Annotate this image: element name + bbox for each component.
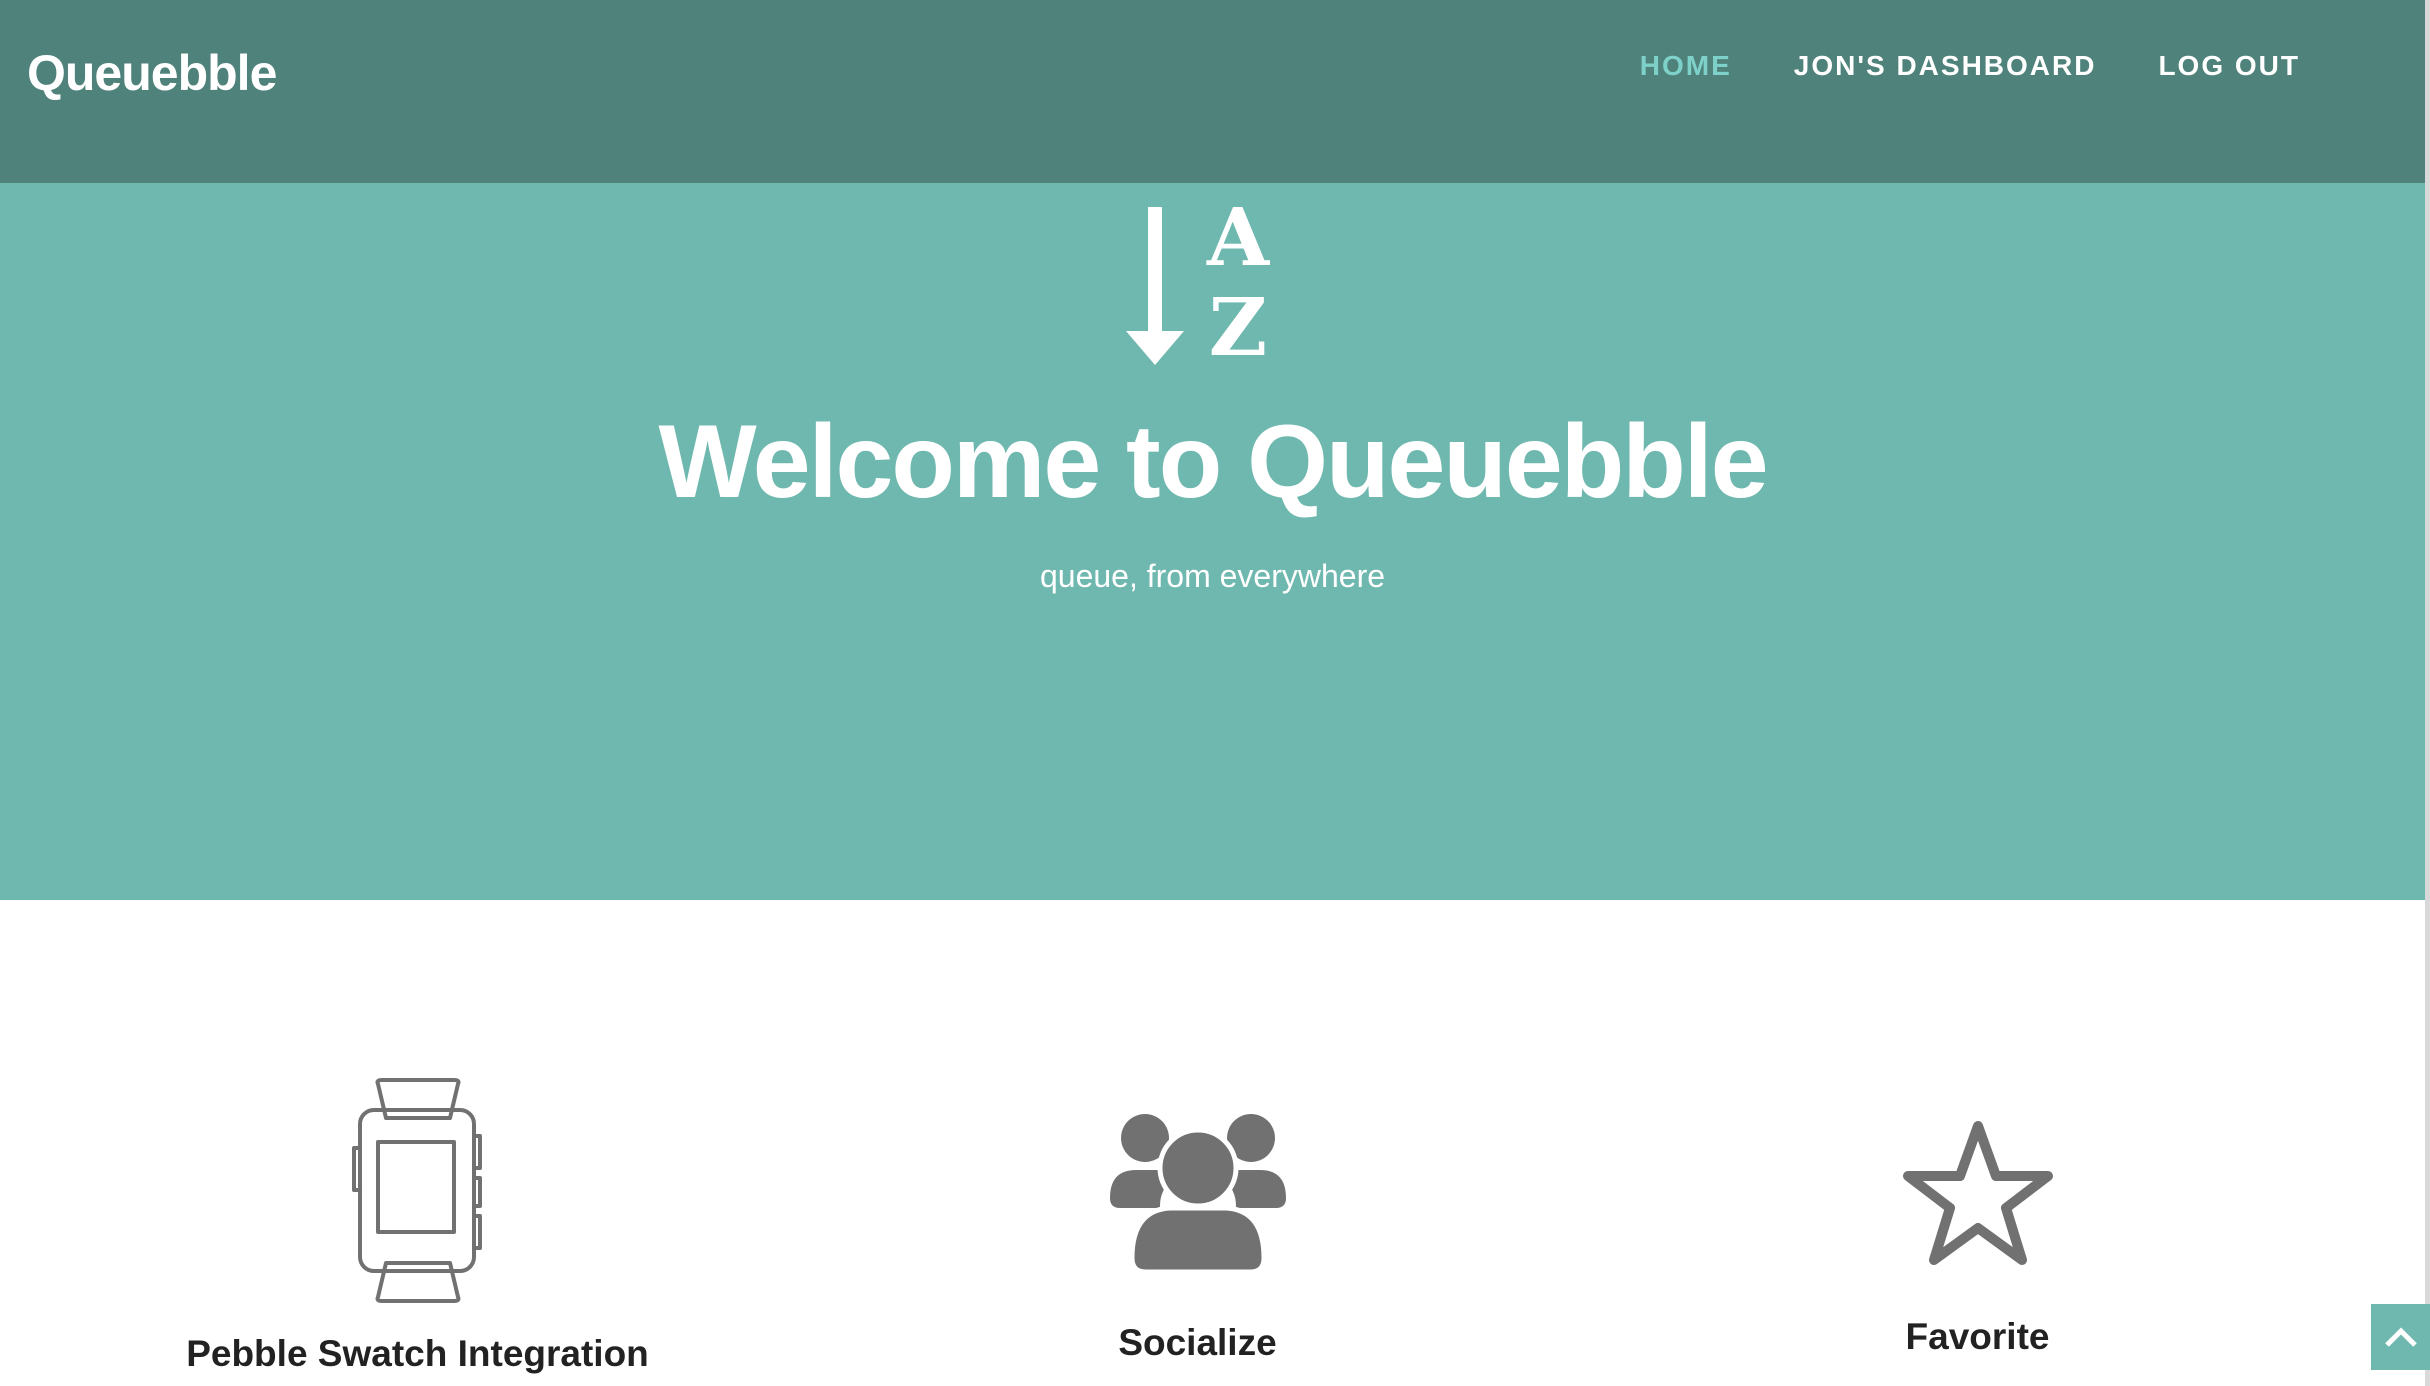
feature-socialize: Socialize <box>920 1108 1475 1364</box>
star-icon <box>1902 1121 2053 1265</box>
hero-section: A Z Welcome to Queuebble queue, from eve… <box>0 183 2425 900</box>
nav-logout[interactable]: LOG OUT <box>2158 50 2300 82</box>
back-to-top-button[interactable] <box>2371 1304 2430 1370</box>
feature-pebble-title: Pebble Swatch Integration <box>186 1333 649 1374</box>
brand-link[interactable]: Queuebble <box>27 44 277 102</box>
scrollbar[interactable] <box>2425 0 2430 1386</box>
hero-subtitle: queue, from everywhere <box>1039 558 1386 594</box>
feature-socialize-title: Socialize <box>1118 1322 1277 1363</box>
hero-title: Welcome to Queuebble <box>658 404 1768 520</box>
main-nav: HOME JON'S DASHBOARD LOG OUT <box>1640 50 2300 82</box>
users-icon <box>1109 1114 1286 1274</box>
feature-favorite-title: Favorite <box>1905 1316 2050 1357</box>
svg-text:Z: Z <box>1209 280 1267 373</box>
feature-favorite: Favorite <box>1700 1118 2255 1358</box>
chevron-up-icon <box>2384 1327 2417 1347</box>
pebble-watch-icon <box>351 1078 482 1303</box>
navbar: Queuebble HOME JON'S DASHBOARD LOG OUT <box>0 0 2425 183</box>
sort-alpha-down-icon: A Z <box>1126 203 1270 373</box>
feature-pebble: Pebble Swatch Integration <box>140 1078 695 1375</box>
svg-text:A: A <box>1206 203 1270 284</box>
nav-home[interactable]: HOME <box>1640 50 1732 82</box>
nav-dashboard[interactable]: JON'S DASHBOARD <box>1794 50 2097 82</box>
page: Queuebble HOME JON'S DASHBOARD LOG OUT A… <box>0 0 2430 1386</box>
